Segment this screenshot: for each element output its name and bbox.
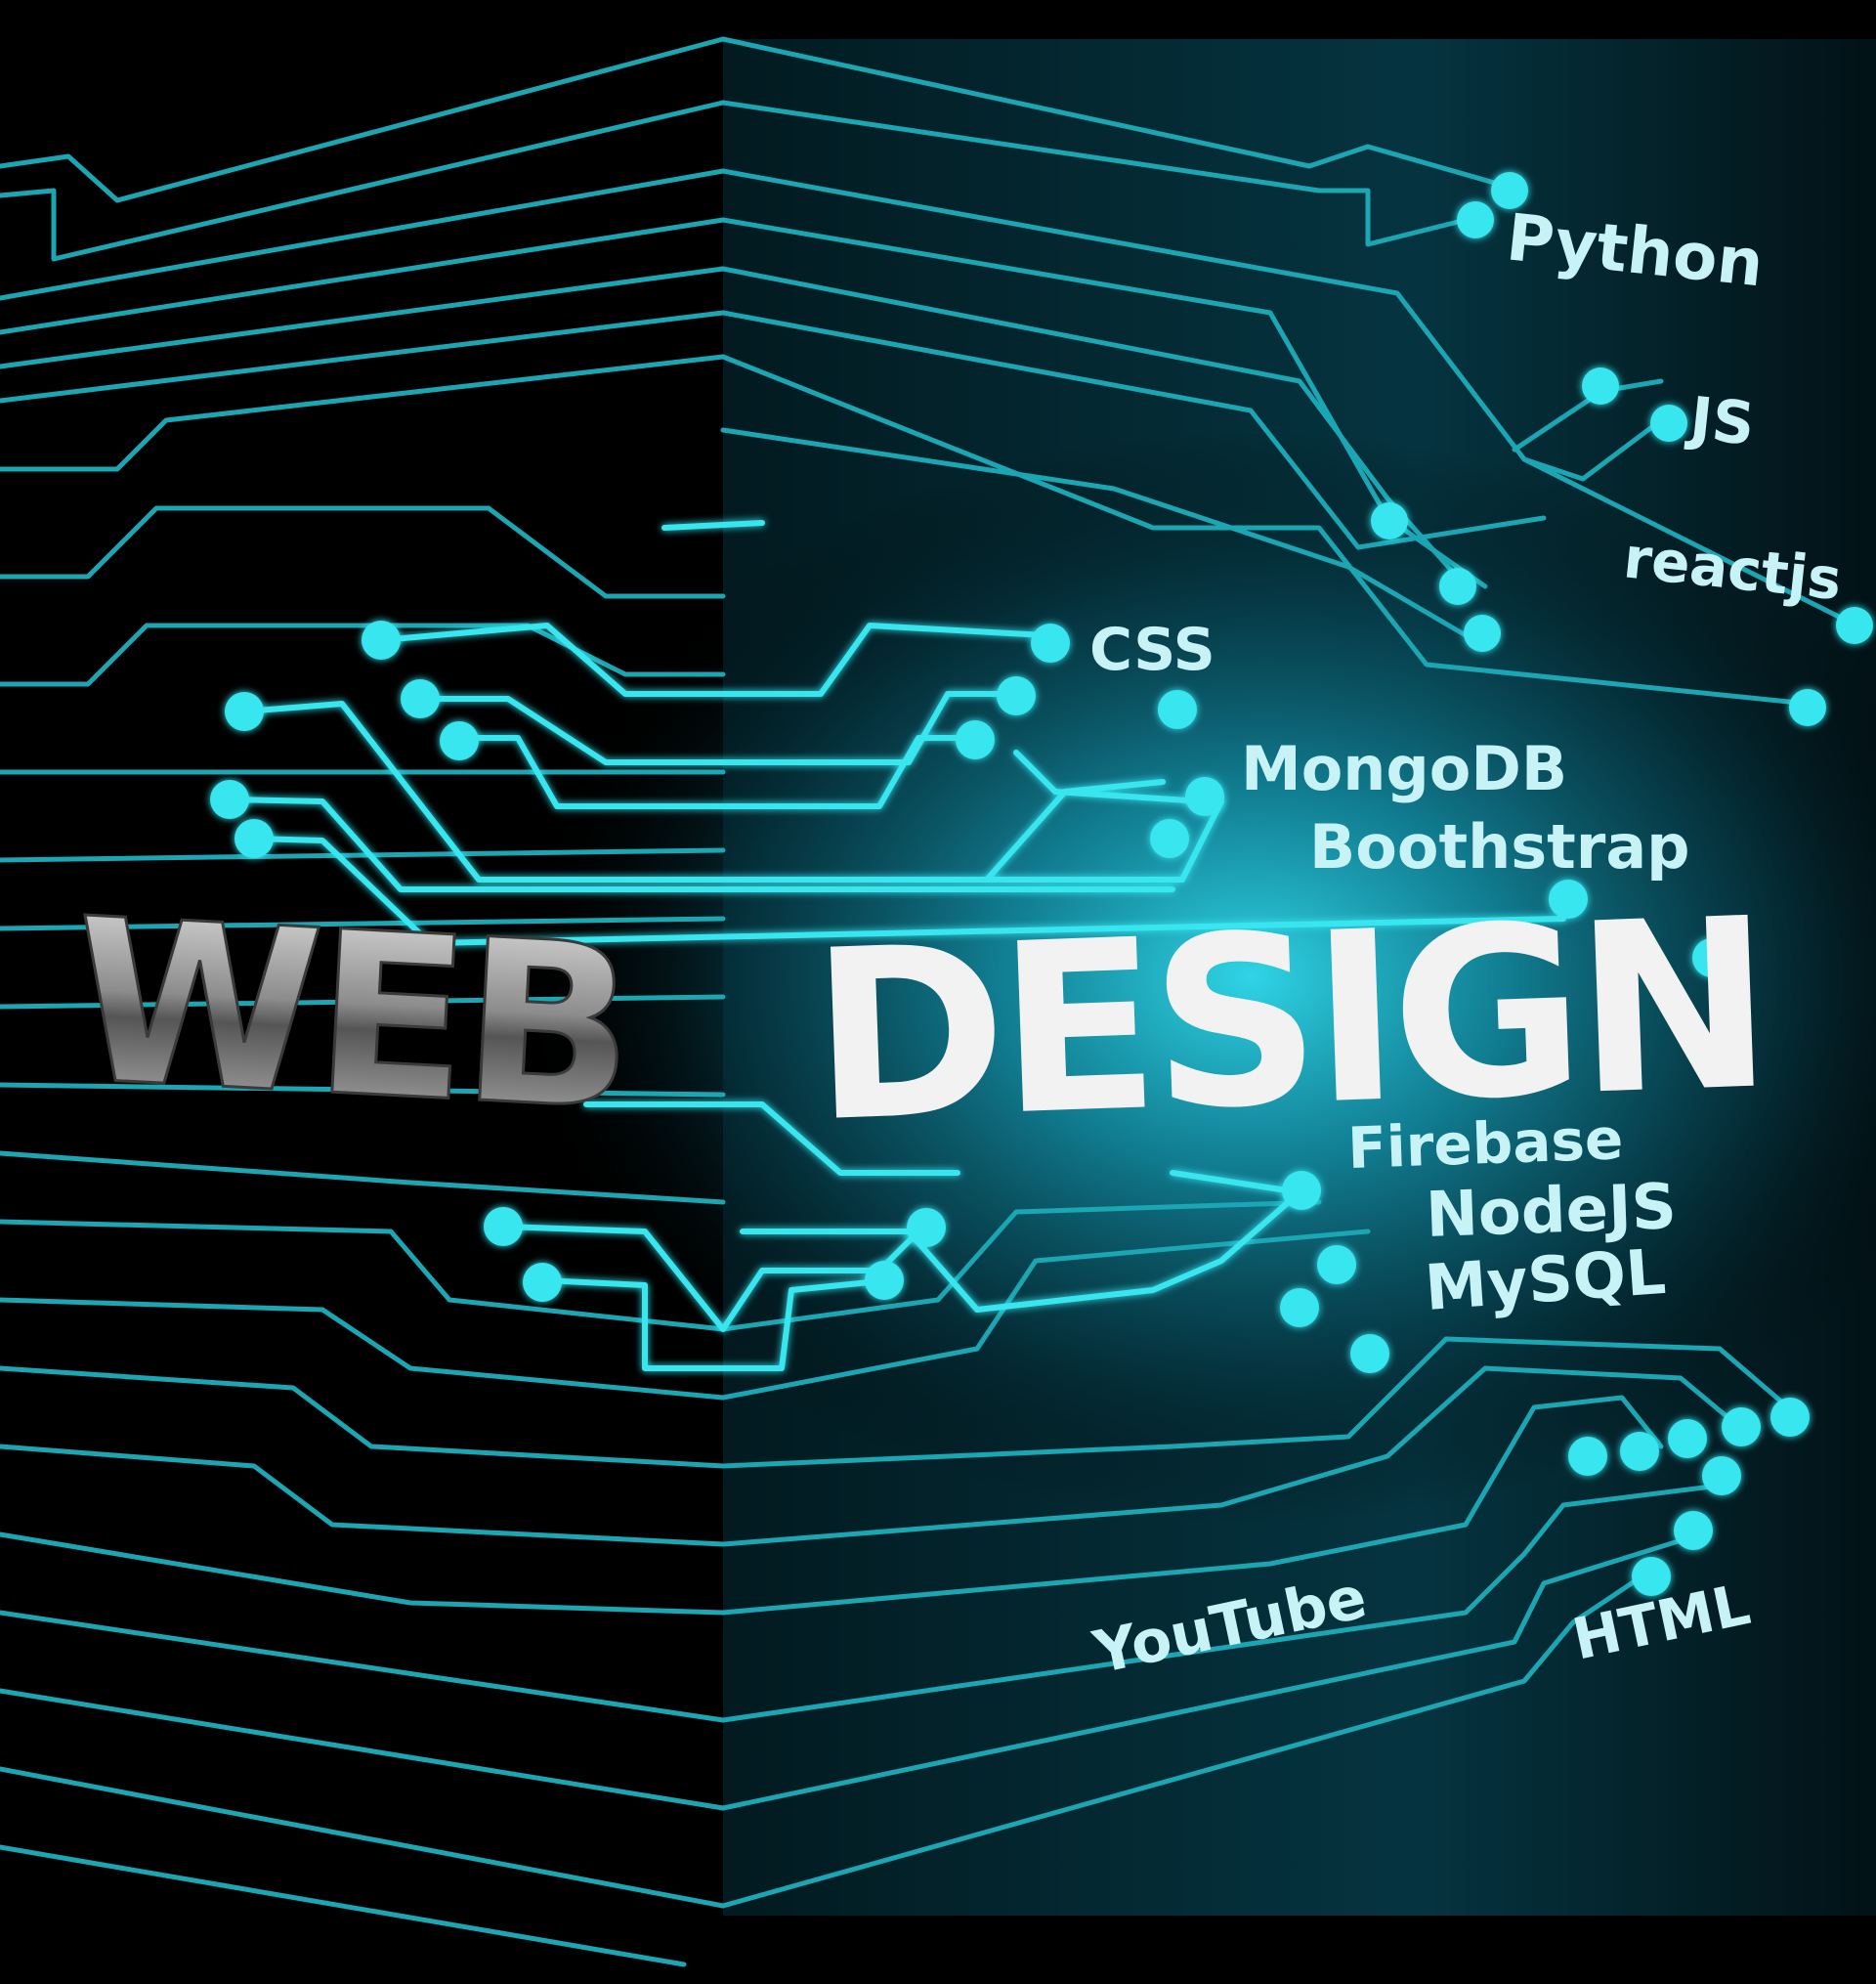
web-design-illustration: WEB DESIGN Python JS reactjs CSS MongoDB…: [0, 0, 1876, 1984]
label-css: CSS: [1089, 616, 1215, 684]
label-mongodb: MongoDB: [1241, 733, 1567, 804]
bottom-black: [723, 1916, 1876, 1984]
label-firebase: Firebase: [1346, 1105, 1624, 1182]
title-web: WEB: [67, 871, 635, 1160]
label-js: JS: [1683, 384, 1757, 459]
top-black: [723, 0, 1876, 39]
title-design: DESIGN: [807, 867, 1769, 1174]
label-bootstrap: Boothstrap: [1309, 811, 1690, 883]
